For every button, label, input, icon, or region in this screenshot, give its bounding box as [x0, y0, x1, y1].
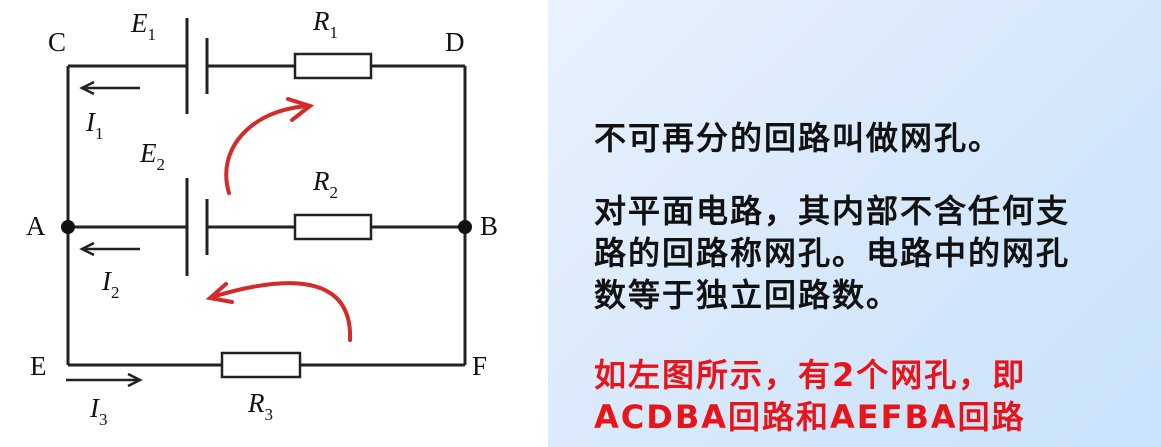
- resistor-r1: [293, 52, 373, 80]
- resistor-r2: [293, 213, 373, 241]
- resistor-label-r1: R1: [312, 6, 338, 42]
- current-label-i3: I3: [89, 393, 108, 429]
- node-label-f: F: [472, 351, 487, 381]
- resistor-r3: [220, 351, 302, 379]
- node-label-e: E: [30, 351, 47, 381]
- example-line-2: ACDBA回路和AEFBA回路: [594, 398, 1026, 436]
- source-label-e1: E1: [130, 8, 156, 44]
- node-label-d: D: [445, 27, 465, 57]
- definition-2-line-1: 对平面电路，其内部不含任何支: [594, 192, 1071, 230]
- definition-text-2: 对平面电路，其内部不含任何支 路的回路称网孔。电路中的网孔 数等于独立回路数。: [594, 190, 1070, 316]
- example-text: 如左图所示，有2个网孔，即 ACDBA回路和AEFBA回路: [594, 354, 1026, 438]
- current-i3-arrow: [66, 372, 143, 388]
- source-label-e2: E2: [139, 138, 165, 174]
- mesh-arrow-upper-loop-icon: [224, 97, 315, 195]
- node-label-b: B: [480, 211, 498, 241]
- resistor-label-r3: R3: [247, 388, 273, 424]
- current-i2-arrow: [79, 241, 140, 257]
- current-label-i2: I2: [101, 266, 120, 302]
- junction-a-dot: [61, 220, 75, 234]
- circuit-diagram: C D A B E F E1 E2 R1 R2 R3 I1 I2 I3: [26, 6, 498, 429]
- resistor-label-r2: R2: [312, 166, 338, 202]
- circuit-diagram-panel: C D A B E F E1 E2 R1 R2 R3 I1 I2 I3: [0, 0, 548, 447]
- node-label-c: C: [48, 27, 66, 57]
- definition-text-1: 不可再分的回路叫做网孔。: [594, 117, 1002, 159]
- definition-2-line-3: 数等于独立回路数。: [594, 276, 901, 314]
- current-label-i1: I1: [85, 107, 104, 143]
- mesh-arrow-lower-loop-icon: [205, 281, 353, 342]
- junction-b-dot: [458, 220, 472, 234]
- node-label-a: A: [26, 211, 46, 241]
- definition-2-line-2: 路的回路称网孔。电路中的网孔: [594, 234, 1071, 272]
- current-i1-arrow: [79, 80, 140, 96]
- definition-1-line: 不可再分的回路叫做网孔。: [594, 119, 1003, 157]
- example-line-1: 如左图所示，有2个网孔，即: [594, 356, 1027, 394]
